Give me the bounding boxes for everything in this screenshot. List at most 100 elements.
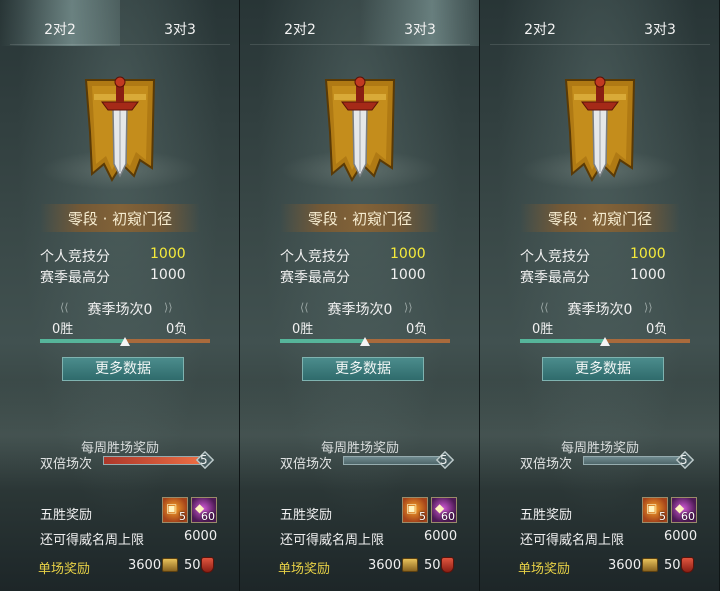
win-loss-marker-icon bbox=[360, 337, 370, 346]
five-win-reward-label: 五胜奖励 bbox=[40, 508, 93, 523]
season-best-value: 1000 bbox=[630, 267, 666, 283]
mode-tabs: 2对2 3对3 bbox=[480, 0, 719, 46]
single-match-reward-label: 单场奖励 bbox=[518, 562, 571, 577]
arena-panel: 2对2 3对3 零段 · 初窥门径 个人竞技分 1000 赛季最高分 1000 … bbox=[480, 0, 720, 591]
season-best-label: 赛季最高分 bbox=[280, 270, 350, 286]
tab-2v2[interactable]: 2对2 bbox=[0, 0, 120, 46]
personal-score-value: 1000 bbox=[630, 246, 666, 262]
more-data-button[interactable]: 更多数据 bbox=[62, 357, 184, 381]
losses-count: 0负 bbox=[646, 322, 668, 337]
weekly-goal-count: 5 bbox=[440, 453, 448, 467]
losses-count: 0负 bbox=[406, 322, 428, 337]
tab-3v3[interactable]: 3对3 bbox=[600, 0, 719, 46]
reward-count: 5 bbox=[179, 510, 186, 523]
win-fill bbox=[280, 339, 365, 343]
weekly-cap-label: 还可得威名周上限 bbox=[520, 533, 625, 548]
rank-sword-banner-icon bbox=[80, 72, 160, 190]
double-matches-label: 双倍场次 bbox=[520, 457, 573, 472]
gold-chest-icon[interactable]: ▣ 5 bbox=[162, 497, 188, 523]
purple-gem-icon[interactable]: ◆ 60 bbox=[671, 497, 697, 523]
weekly-progress-bar bbox=[583, 456, 683, 465]
single-honor-value: 50 bbox=[424, 558, 441, 573]
rank-sword-banner-icon bbox=[560, 72, 640, 190]
losses-count: 0负 bbox=[166, 322, 188, 337]
five-win-reward-label: 五胜奖励 bbox=[520, 508, 573, 523]
single-honor-value: 50 bbox=[184, 558, 201, 573]
wins-count: 0胜 bbox=[52, 322, 74, 337]
season-best-value: 1000 bbox=[150, 267, 186, 283]
single-coin-value: 3600 bbox=[368, 558, 402, 573]
purple-gem-icon[interactable]: ◆ 60 bbox=[431, 497, 457, 523]
chest-glyph-icon: ▣ bbox=[646, 501, 658, 515]
personal-score-label: 个人竞技分 bbox=[40, 249, 110, 265]
mode-tabs: 2对2 3对3 bbox=[240, 0, 479, 46]
five-win-reward-label: 五胜奖励 bbox=[280, 508, 333, 523]
season-matches-title: 赛季场次0 bbox=[567, 302, 633, 318]
weekly-goal-count: 5 bbox=[200, 453, 208, 467]
season-matches-title: 赛季场次0 bbox=[327, 302, 393, 318]
chest-glyph-icon: ▣ bbox=[166, 501, 178, 515]
tab-divider bbox=[490, 44, 710, 45]
rank-title: 零段 · 初窥门径 bbox=[547, 210, 653, 228]
reward-count: 60 bbox=[201, 510, 215, 523]
chest-glyph-icon: ▣ bbox=[406, 501, 418, 515]
single-coin-value: 3600 bbox=[128, 558, 162, 573]
win-fill bbox=[520, 339, 605, 343]
coin-chest-icon bbox=[162, 558, 178, 572]
weekly-cap-value: 6000 bbox=[664, 529, 698, 544]
purple-gem-icon[interactable]: ◆ 60 bbox=[191, 497, 217, 523]
season-best-value: 1000 bbox=[390, 267, 426, 283]
wins-count: 0胜 bbox=[532, 322, 554, 337]
arena-panel: 2对2 3对3 零段 · 初窥门径 个人竞技分 1000 赛季最高分 1000 … bbox=[240, 0, 480, 591]
rank-title: 零段 · 初窥门径 bbox=[67, 210, 173, 228]
personal-score-value: 1000 bbox=[150, 246, 186, 262]
reward-count: 5 bbox=[419, 510, 426, 523]
season-matches-title: 赛季场次0 bbox=[87, 302, 153, 318]
weekly-progress-bar bbox=[343, 456, 443, 465]
arena-panel: 2对2 3对3 零段 · 初窥门径 个人竞技分 1000 赛季最高分 1000 … bbox=[0, 0, 240, 591]
wing-right-icon: ⟩⟩ bbox=[644, 301, 653, 314]
honor-shield-icon bbox=[441, 557, 454, 573]
double-matches-label: 双倍场次 bbox=[280, 457, 333, 472]
weekly-progress-bar bbox=[103, 456, 203, 465]
more-data-button[interactable]: 更多数据 bbox=[302, 357, 424, 381]
personal-score-value: 1000 bbox=[390, 246, 426, 262]
rank-sword-banner-icon bbox=[320, 72, 400, 190]
weekly-cap-label: 还可得威名周上限 bbox=[40, 533, 145, 548]
tab-divider bbox=[10, 44, 230, 45]
season-best-label: 赛季最高分 bbox=[40, 270, 110, 286]
wins-count: 0胜 bbox=[292, 322, 314, 337]
single-match-reward-label: 单场奖励 bbox=[38, 562, 91, 577]
tab-2v2[interactable]: 2对2 bbox=[480, 0, 600, 46]
single-honor-value: 50 bbox=[664, 558, 681, 573]
gold-chest-icon[interactable]: ▣ 5 bbox=[642, 497, 668, 523]
win-fill bbox=[40, 339, 125, 343]
coin-chest-icon bbox=[402, 558, 418, 572]
more-data-button[interactable]: 更多数据 bbox=[542, 357, 664, 381]
win-loss-marker-icon bbox=[600, 337, 610, 346]
weekly-goal-count: 5 bbox=[680, 453, 688, 467]
season-best-label: 赛季最高分 bbox=[520, 270, 590, 286]
reward-count: 5 bbox=[659, 510, 666, 523]
wing-right-icon: ⟩⟩ bbox=[164, 301, 173, 314]
win-loss-marker-icon bbox=[120, 337, 130, 346]
weekly-progress-fill bbox=[104, 457, 202, 464]
weekly-cap-label: 还可得威名周上限 bbox=[280, 533, 385, 548]
tab-3v3[interactable]: 3对3 bbox=[120, 0, 239, 46]
tab-divider bbox=[250, 44, 470, 45]
coin-chest-icon bbox=[642, 558, 658, 572]
tab-2v2[interactable]: 2对2 bbox=[240, 0, 360, 46]
rank-title: 零段 · 初窥门径 bbox=[307, 210, 413, 228]
reward-count: 60 bbox=[441, 510, 455, 523]
personal-score-label: 个人竞技分 bbox=[280, 249, 350, 265]
mode-tabs: 2对2 3对3 bbox=[0, 0, 239, 46]
single-coin-value: 3600 bbox=[608, 558, 642, 573]
honor-shield-icon bbox=[681, 557, 694, 573]
weekly-cap-value: 6000 bbox=[424, 529, 458, 544]
gold-chest-icon[interactable]: ▣ 5 bbox=[402, 497, 428, 523]
weekly-cap-value: 6000 bbox=[184, 529, 218, 544]
tab-3v3[interactable]: 3对3 bbox=[360, 0, 479, 46]
honor-shield-icon bbox=[201, 557, 214, 573]
reward-count: 60 bbox=[681, 510, 695, 523]
wing-right-icon: ⟩⟩ bbox=[404, 301, 413, 314]
